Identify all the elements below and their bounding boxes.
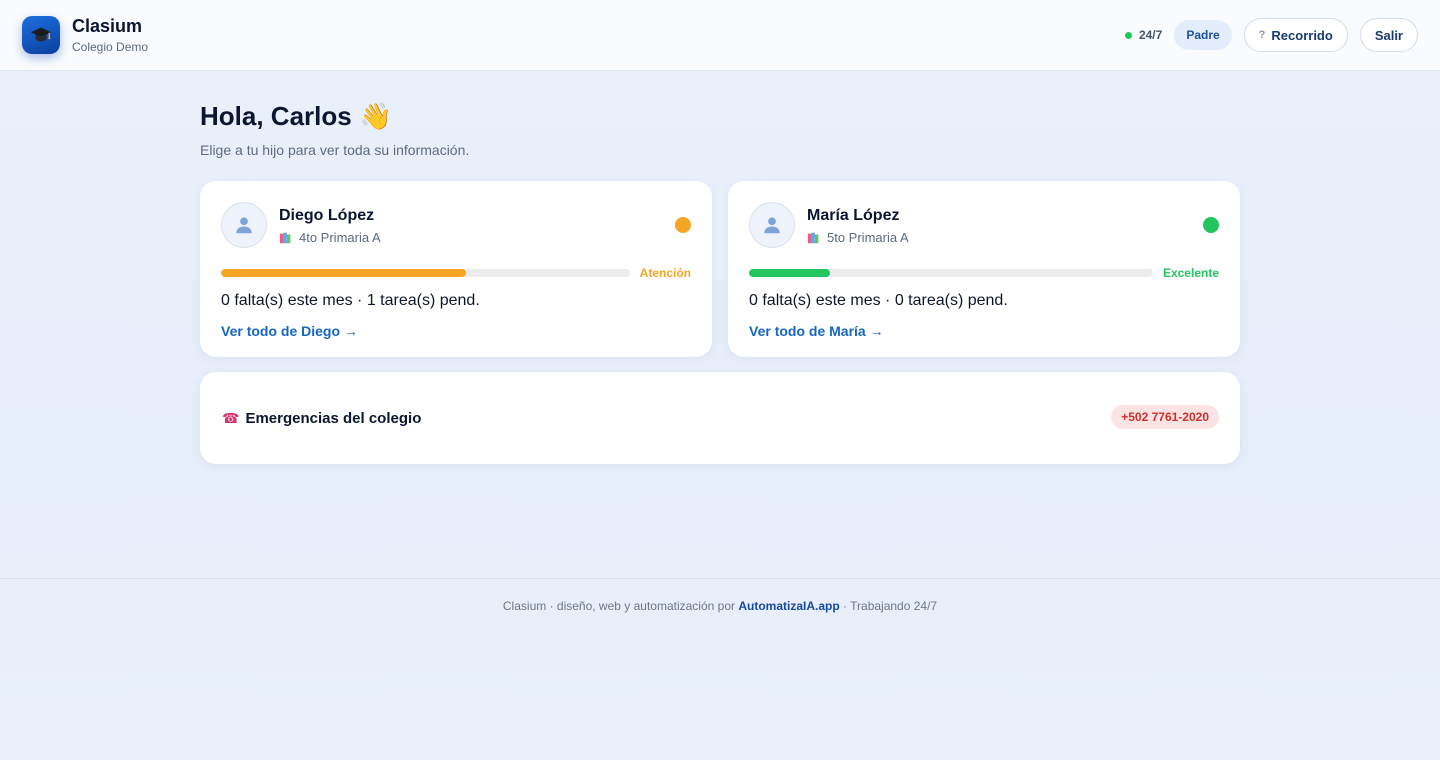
child-grade-text: 5to Primaria A [827, 230, 909, 245]
main-content: Hola, Carlos 👋 Elige a tu hijo para ver … [200, 100, 1240, 464]
app-name: Clasium [72, 15, 143, 36]
progress-fill [749, 269, 830, 277]
tour-button-label: Recorrido [1271, 27, 1333, 43]
child-name: María López [807, 207, 900, 224]
status-label: Atención [639, 266, 691, 280]
school-name: Colegio Demo [72, 39, 149, 54]
child-grade: 4to Primaria A [279, 230, 381, 245]
tour-button[interactable]: ? Recorrido [1243, 18, 1348, 52]
child-grade-text: 4to Primaria A [299, 230, 381, 245]
progress-track [749, 269, 1153, 277]
waving-hand-icon: 👋 [359, 101, 393, 131]
logout-button[interactable]: Salir [1359, 18, 1418, 52]
child-card-diego[interactable]: Diego López 4to Primaria A Atención 0 fa… [200, 181, 712, 357]
progress-row: Atención [221, 266, 691, 280]
question-icon: ? [1258, 29, 1266, 41]
view-child-link[interactable]: Ver todo de Diego → [221, 323, 358, 339]
user-icon [764, 217, 780, 234]
greeting-text: Hola, Carlos [200, 101, 352, 131]
child-name: Diego López [279, 207, 375, 224]
footer: Clasium · diseño, web y automatización p… [0, 578, 1440, 760]
status-dot-icon [675, 217, 691, 233]
page-subtitle: Elige a tu hijo para ver toda su informa… [200, 142, 470, 158]
emergency-phone[interactable]: +502 7761-2020 [1111, 405, 1219, 429]
footer-prefix: Clasium · diseño, web y automatización p… [502, 599, 739, 613]
emergency-card: ☎ Emergencias del colegio +502 7761-2020 [200, 372, 1240, 464]
graduation-cap-icon [22, 16, 60, 54]
online-dot-icon [1124, 31, 1132, 39]
books-icon [807, 232, 819, 243]
page-title: Hola, Carlos 👋 [200, 100, 1240, 132]
footer-brand-link[interactable]: AutomatizaIA.app [738, 599, 839, 613]
avatar [749, 202, 795, 248]
child-stats: 0 falta(s) este mes · 0 tarea(s) pend. [749, 292, 1008, 309]
children-list: Diego López 4to Primaria A Atención 0 fa… [200, 181, 1240, 357]
view-child-link[interactable]: Ver todo de María → [749, 323, 884, 339]
availability-text: 24/7 [1138, 28, 1163, 42]
books-icon [279, 232, 291, 243]
top-bar: Clasium Colegio Demo 24/7 Padre ? Recorr… [0, 0, 1440, 71]
role-badge: Padre [1174, 20, 1232, 50]
child-stats: 0 falta(s) este mes · 1 tarea(s) pend. [221, 292, 480, 309]
child-card-maria[interactable]: María López 5to Primaria A Excelente 0 f… [728, 181, 1240, 357]
user-icon [236, 217, 252, 234]
brand[interactable]: Clasium Colegio Demo [22, 15, 148, 56]
footer-suffix: · Trabajando 24/7 [839, 599, 938, 613]
progress-track [221, 269, 630, 277]
progress-fill [221, 269, 467, 277]
status-label: Excelente [1162, 266, 1219, 280]
progress-row: Excelente [749, 266, 1219, 280]
emergency-title: ☎ Emergencias del colegio [222, 410, 421, 427]
telephone-icon: ☎ [222, 409, 240, 426]
child-grade: 5to Primaria A [807, 230, 909, 245]
status-dot-icon [1203, 217, 1219, 233]
availability-status: 24/7 [1124, 28, 1163, 42]
avatar [221, 202, 267, 248]
emergency-title-text: Emergencias del colegio [245, 409, 422, 427]
